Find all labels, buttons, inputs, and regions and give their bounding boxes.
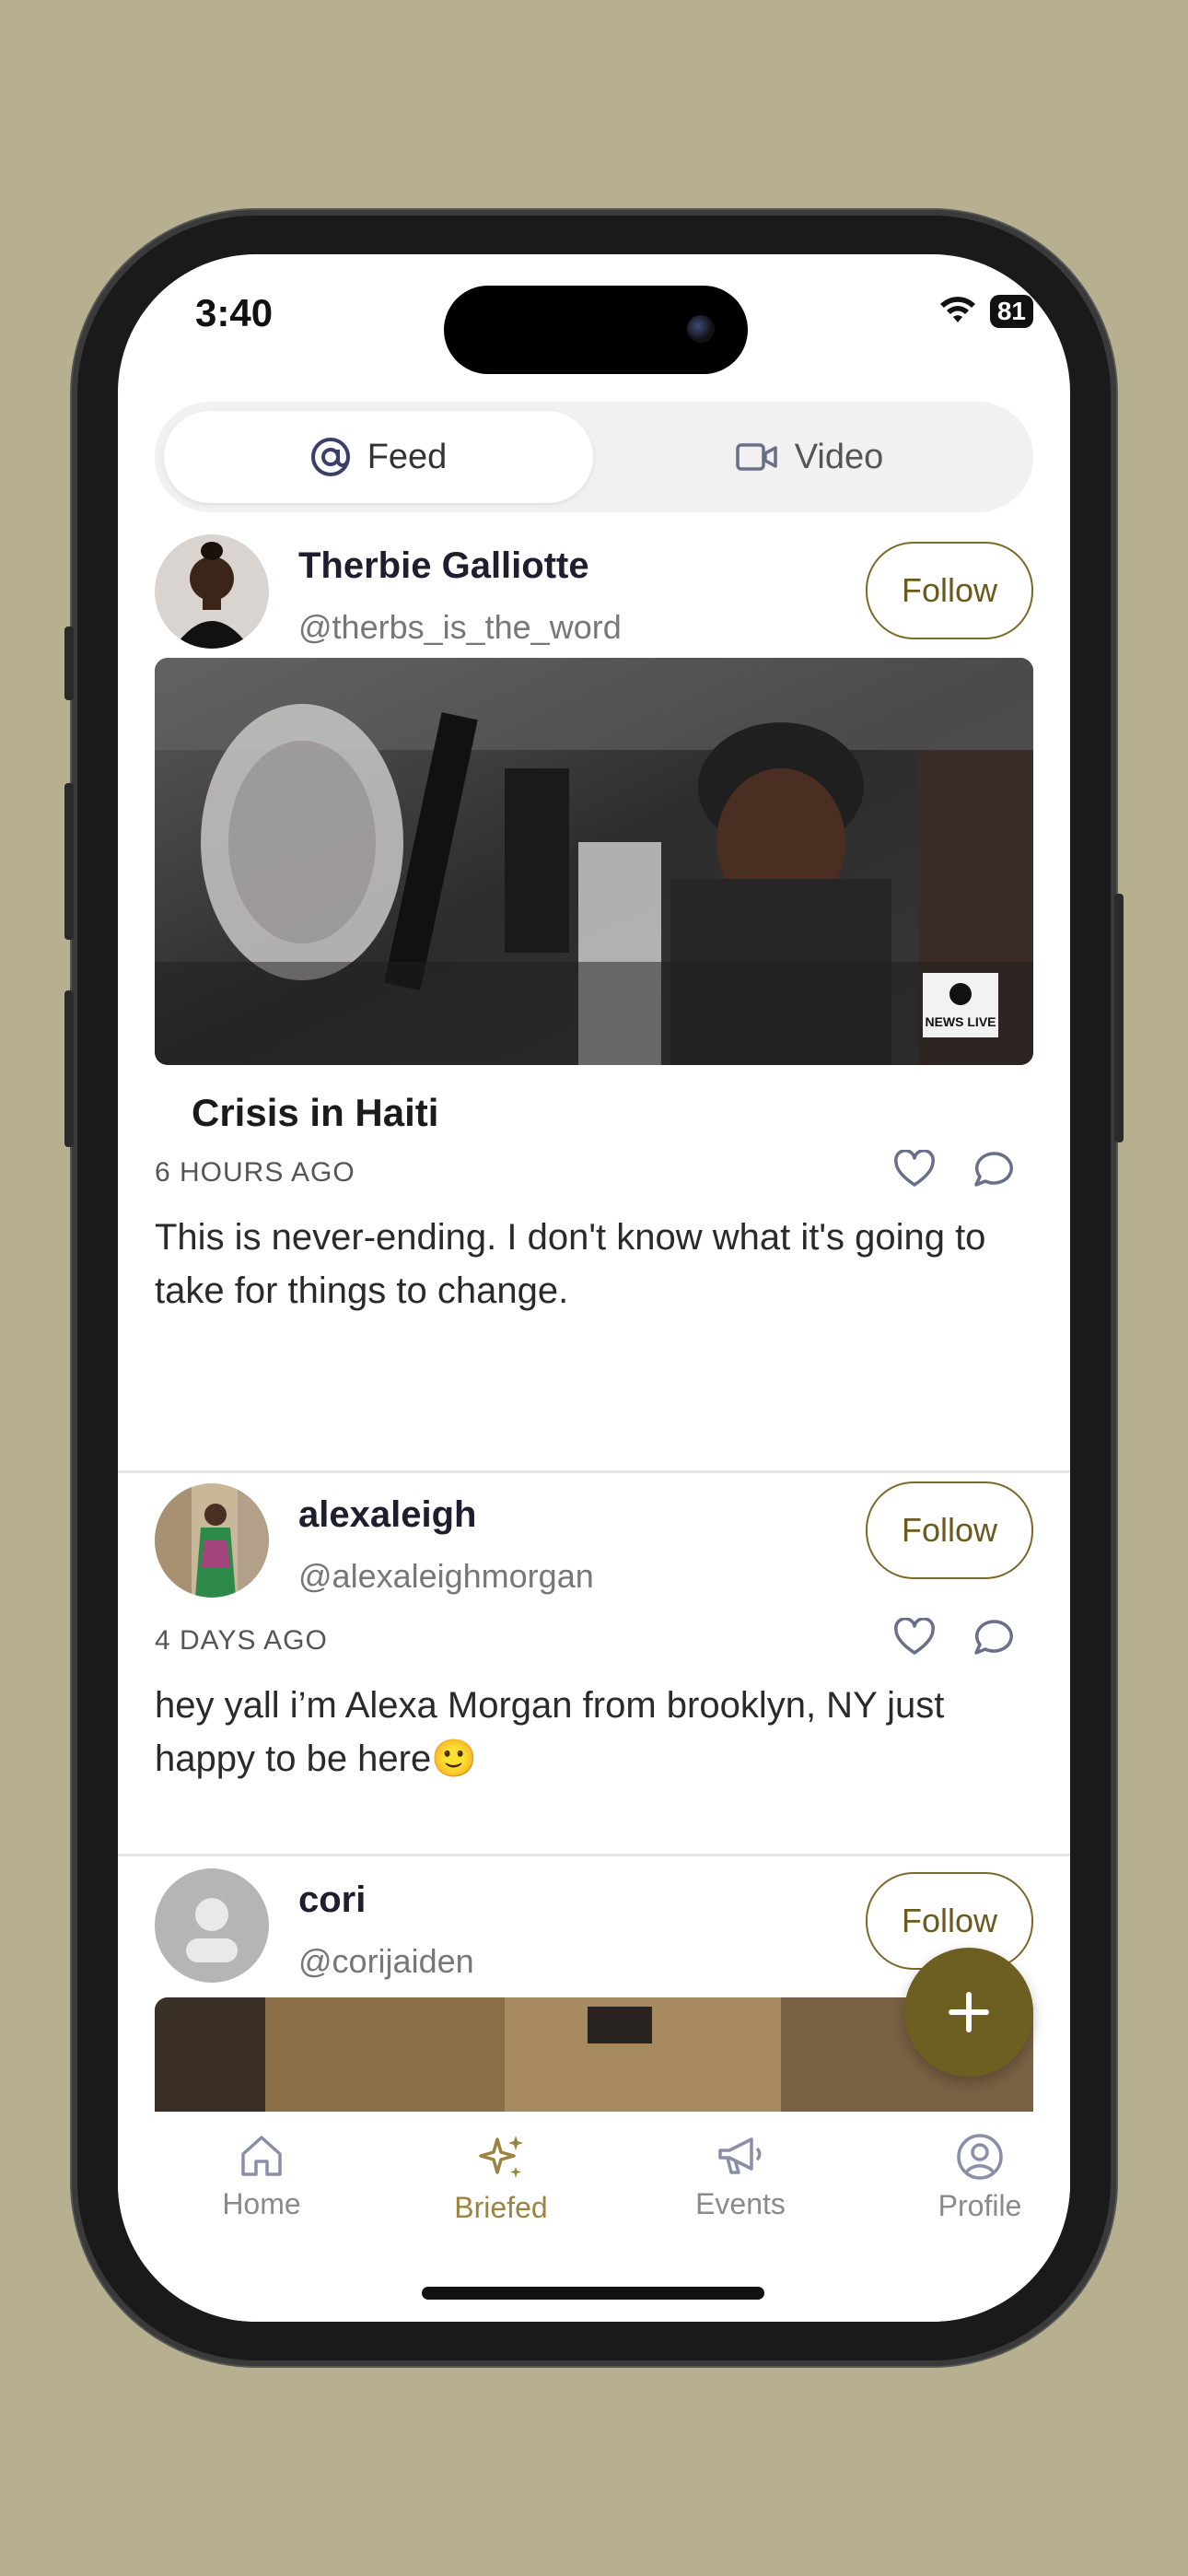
create-post-button[interactable] (904, 1948, 1033, 2077)
volume-up-button (64, 783, 74, 940)
default-avatar-icon (186, 1898, 238, 1962)
post-author-handle: @corijaiden (298, 1942, 474, 1980)
tab-events[interactable]: Events (648, 2132, 833, 2221)
video-camera-icon (735, 443, 777, 471)
status-time: 3:40 (195, 291, 274, 334)
follow-button[interactable]: Follow (866, 542, 1033, 639)
feed-video-segment: Feed Video (155, 402, 1033, 512)
post-actions (893, 1150, 1015, 1188)
post-body: hey yall i’m Alexa Morgan from brooklyn,… (155, 1685, 945, 1779)
post-body: This is never-ending. I don't know what … (155, 1217, 986, 1311)
wifi-icon (939, 297, 975, 322)
post-author-handle: @therbs_is_the_word (298, 608, 622, 646)
megaphone-icon (718, 2137, 762, 2174)
feed-post: alexaleigh @alexaleighmorgan Follow 4 DA… (118, 1476, 1070, 1859)
follow-button[interactable]: Follow (866, 1481, 1033, 1579)
heart-icon[interactable] (893, 1618, 936, 1657)
post-author-name[interactable]: cori (298, 1879, 366, 1921)
dynamic-island (444, 286, 748, 374)
tab-profile-label: Profile (938, 2189, 1022, 2222)
battery-indicator: 81 (989, 295, 1033, 328)
sparkles-icon (479, 2136, 523, 2178)
post-title: Crisis in Haiti (192, 1091, 439, 1134)
at-sign-icon (310, 438, 350, 476)
tab-home-label: Home (222, 2187, 301, 2220)
tab-home[interactable]: Home (169, 2132, 354, 2221)
profile-icon (957, 2134, 1003, 2180)
home-indicator[interactable] (422, 2287, 764, 2300)
power-button (1114, 894, 1124, 1142)
news-live-watermark: NEWS LIVE (925, 1014, 996, 1029)
post-actions (893, 1618, 1015, 1657)
post-timestamp: 6 HOURS AGO (155, 1157, 355, 1188)
heart-icon[interactable] (893, 1150, 936, 1188)
avatar[interactable] (155, 534, 269, 649)
tab-events-label: Events (695, 2187, 786, 2220)
volume-down-button (64, 990, 74, 1147)
plus-icon (949, 1992, 989, 2032)
feed-list[interactable]: Therbie Galliotte @therbs_is_the_word Fo… (118, 527, 1070, 2112)
screen: 3:40 81 Feed Video Therbie Galliotte @th… (118, 254, 1070, 2322)
tab-briefed[interactable]: Briefed (409, 2132, 593, 2225)
post-video-thumbnail[interactable] (155, 1997, 1033, 2112)
tab-feed[interactable]: Feed (164, 411, 593, 503)
post-author-handle: @alexaleighmorgan (298, 1557, 594, 1595)
tab-briefed-label: Briefed (454, 2191, 548, 2224)
avatar[interactable] (155, 1483, 269, 1598)
post-timestamp: 4 DAYS AGO (155, 1625, 328, 1656)
post-divider (118, 1470, 1070, 1473)
tab-profile[interactable]: Profile (888, 2132, 1070, 2223)
avatar-placeholder[interactable] (155, 1868, 269, 1983)
tab-video-label: Video (794, 437, 884, 476)
comment-icon[interactable] (973, 1150, 1015, 1188)
post-video-thumbnail[interactable]: NEWS LIVE (155, 658, 1033, 1065)
post-author-name[interactable]: alexaleigh (298, 1494, 476, 1536)
status-indicators: 81 (938, 295, 1033, 328)
feed-post: Therbie Galliotte @therbs_is_the_word Fo… (118, 527, 1070, 1476)
comment-icon[interactable] (973, 1618, 1015, 1657)
camera-icon (687, 315, 715, 343)
tab-video[interactable]: Video (595, 411, 1024, 503)
mute-switch (64, 626, 74, 700)
post-divider (118, 1854, 1070, 1856)
home-icon (241, 2136, 282, 2176)
post-author-name[interactable]: Therbie Galliotte (298, 545, 589, 587)
tab-feed-label: Feed (367, 437, 448, 476)
